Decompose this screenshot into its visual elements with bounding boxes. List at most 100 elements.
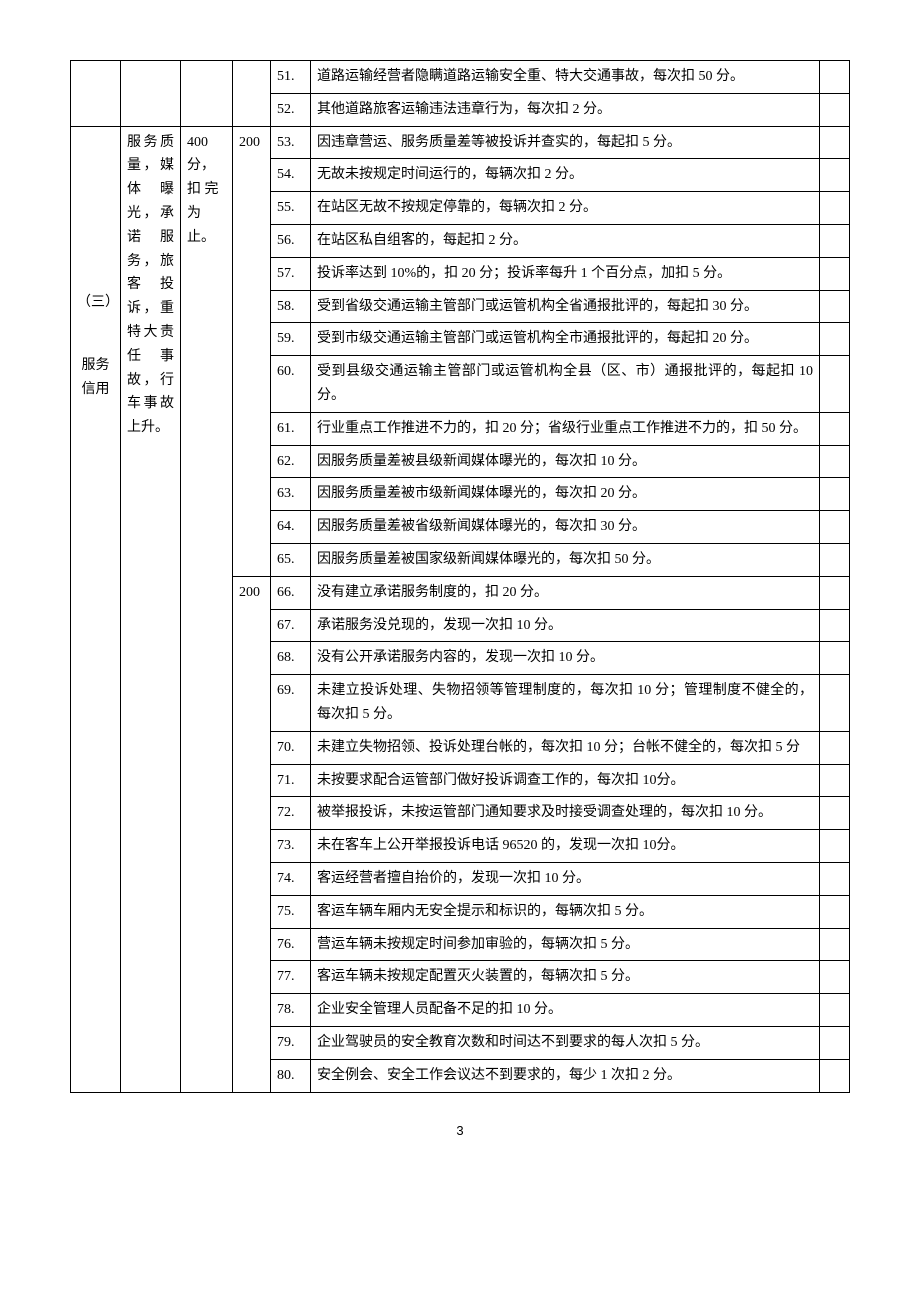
row-number: 61.: [271, 412, 311, 445]
score-cell-empty: [181, 61, 233, 127]
row-number: 52.: [271, 93, 311, 126]
row-number: 79.: [271, 1026, 311, 1059]
row-number: 67.: [271, 609, 311, 642]
row-content: 没有公开承诺服务内容的，发现一次扣 10 分。: [311, 642, 820, 675]
row-content: 受到省级交通运输主管部门或运管机构全省通报批评的，每起扣 30 分。: [311, 290, 820, 323]
row-content: 被举报投诉，未按运管部门通知要求及时接受调查处理的，每次扣 10 分。: [311, 797, 820, 830]
row-content: 企业安全管理人员配备不足的扣 10 分。: [311, 994, 820, 1027]
row-content: 安全例会、安全工作会议达不到要求的，每少 1 次扣 2 分。: [311, 1059, 820, 1092]
row-content: 因违章营运、服务质量差等被投诉并查实的，每起扣 5 分。: [311, 126, 820, 159]
row-content: 承诺服务没兑现的，发现一次扣 10 分。: [311, 609, 820, 642]
row-note: [820, 862, 850, 895]
row-number: 64.: [271, 511, 311, 544]
row-content: 客运车辆车厢内无安全提示和标识的，每辆次扣 5 分。: [311, 895, 820, 928]
row-number: 55.: [271, 192, 311, 225]
row-content: 未建立投诉处理、失物招领等管理制度的，每次扣 10 分；管理制度不健全的，每次扣…: [311, 675, 820, 732]
row-note: [820, 412, 850, 445]
subscore-cell-1: 200: [233, 126, 271, 576]
row-note: [820, 192, 850, 225]
row-content: 因服务质量差被省级新闻媒体曝光的，每次扣 30 分。: [311, 511, 820, 544]
row-note: [820, 994, 850, 1027]
scoring-table: 51.道路运输经营者隐瞒道路运输安全重、特大交通事故，每次扣 50 分。52.其…: [70, 60, 850, 1093]
row-number: 78.: [271, 994, 311, 1027]
row-note: [820, 511, 850, 544]
row-number: 66.: [271, 576, 311, 609]
row-note: [820, 257, 850, 290]
row-number: 77.: [271, 961, 311, 994]
row-note: [820, 830, 850, 863]
row-number: 68.: [271, 642, 311, 675]
row-note: [820, 764, 850, 797]
subscore-cell-2: 200: [233, 576, 271, 1092]
row-content: 道路运输经营者隐瞒道路运输安全重、特大交通事故，每次扣 50 分。: [311, 61, 820, 94]
row-note: [820, 609, 850, 642]
row-note: [820, 445, 850, 478]
row-note: [820, 543, 850, 576]
row-content: 未按要求配合运管部门做好投诉调查工作的，每次扣 10分。: [311, 764, 820, 797]
table-row: 51.道路运输经营者隐瞒道路运输安全重、特大交通事故，每次扣 50 分。: [71, 61, 850, 94]
row-content: 在站区无故不按规定停靠的，每辆次扣 2 分。: [311, 192, 820, 225]
row-number: 73.: [271, 830, 311, 863]
section-cell-empty: [71, 61, 121, 127]
row-note: [820, 961, 850, 994]
row-number: 69.: [271, 675, 311, 732]
row-content: 在站区私自组客的，每起扣 2 分。: [311, 224, 820, 257]
row-number: 74.: [271, 862, 311, 895]
row-note: [820, 126, 850, 159]
row-content: 营运车辆未按规定时间参加审验的，每辆次扣 5 分。: [311, 928, 820, 961]
row-note: [820, 224, 850, 257]
page-number: 3: [70, 1123, 850, 1138]
row-note: [820, 675, 850, 732]
desc-cell: 服务质量，媒体曝光，承诺服务，旅客投诉，重特大责 任事故，行车事故上升。: [121, 126, 181, 1092]
row-number: 63.: [271, 478, 311, 511]
row-note: [820, 478, 850, 511]
row-note: [820, 797, 850, 830]
row-content: 未在客车上公开举报投诉电话 96520 的，发现一次扣 10分。: [311, 830, 820, 863]
row-number: 70.: [271, 731, 311, 764]
row-number: 54.: [271, 159, 311, 192]
row-number: 75.: [271, 895, 311, 928]
row-content: 投诉率达到 10%的，扣 20 分；投诉率每升 1 个百分点，加扣 5 分。: [311, 257, 820, 290]
score-total-cell: 400 分，扣 完为止。: [181, 126, 233, 1092]
row-content: 受到市级交通运输主管部门或运管机构全市通报批评的，每起扣 20 分。: [311, 323, 820, 356]
row-content: 没有建立承诺服务制度的，扣 20 分。: [311, 576, 820, 609]
row-note: [820, 159, 850, 192]
table-row: （三）服务信用服务质量，媒体曝光，承诺服务，旅客投诉，重特大责 任事故，行车事故…: [71, 126, 850, 159]
row-note: [820, 1026, 850, 1059]
row-content: 受到县级交通运输主管部门或运管机构全县（区、市）通报批评的，每起扣 10 分。: [311, 356, 820, 413]
row-content: 未建立失物招领、投诉处理台帐的，每次扣 10 分；台帐不健全的，每次扣 5 分: [311, 731, 820, 764]
row-number: 56.: [271, 224, 311, 257]
row-number: 60.: [271, 356, 311, 413]
row-number: 62.: [271, 445, 311, 478]
desc-cell-empty: [121, 61, 181, 127]
row-number: 65.: [271, 543, 311, 576]
row-note: [820, 1059, 850, 1092]
row-number: 58.: [271, 290, 311, 323]
row-note: [820, 290, 850, 323]
row-number: 53.: [271, 126, 311, 159]
row-content: 客运经营者擅自抬价的，发现一次扣 10 分。: [311, 862, 820, 895]
row-number: 59.: [271, 323, 311, 356]
row-content: 企业驾驶员的安全教育次数和时间达不到要求的每人次扣 5 分。: [311, 1026, 820, 1059]
row-content: 行业重点工作推进不力的，扣 20 分；省级行业重点工作推进不力的，扣 50 分。: [311, 412, 820, 445]
row-content: 客运车辆未按规定配置灭火装置的，每辆次扣 5 分。: [311, 961, 820, 994]
row-content: 因服务质量差被市级新闻媒体曝光的，每次扣 20 分。: [311, 478, 820, 511]
row-content: 无故未按规定时间运行的，每辆次扣 2 分。: [311, 159, 820, 192]
row-content: 因服务质量差被县级新闻媒体曝光的，每次扣 10 分。: [311, 445, 820, 478]
row-content: 因服务质量差被国家级新闻媒体曝光的，每次扣 50 分。: [311, 543, 820, 576]
row-note: [820, 576, 850, 609]
row-note: [820, 61, 850, 94]
row-note: [820, 731, 850, 764]
row-note: [820, 323, 850, 356]
section-cell: （三）服务信用: [71, 126, 121, 1092]
row-number: 51.: [271, 61, 311, 94]
row-number: 72.: [271, 797, 311, 830]
row-content: 其他道路旅客运输违法违章行为，每次扣 2 分。: [311, 93, 820, 126]
row-note: [820, 93, 850, 126]
row-number: 57.: [271, 257, 311, 290]
row-number: 80.: [271, 1059, 311, 1092]
row-note: [820, 895, 850, 928]
row-note: [820, 356, 850, 413]
row-note: [820, 642, 850, 675]
row-number: 71.: [271, 764, 311, 797]
